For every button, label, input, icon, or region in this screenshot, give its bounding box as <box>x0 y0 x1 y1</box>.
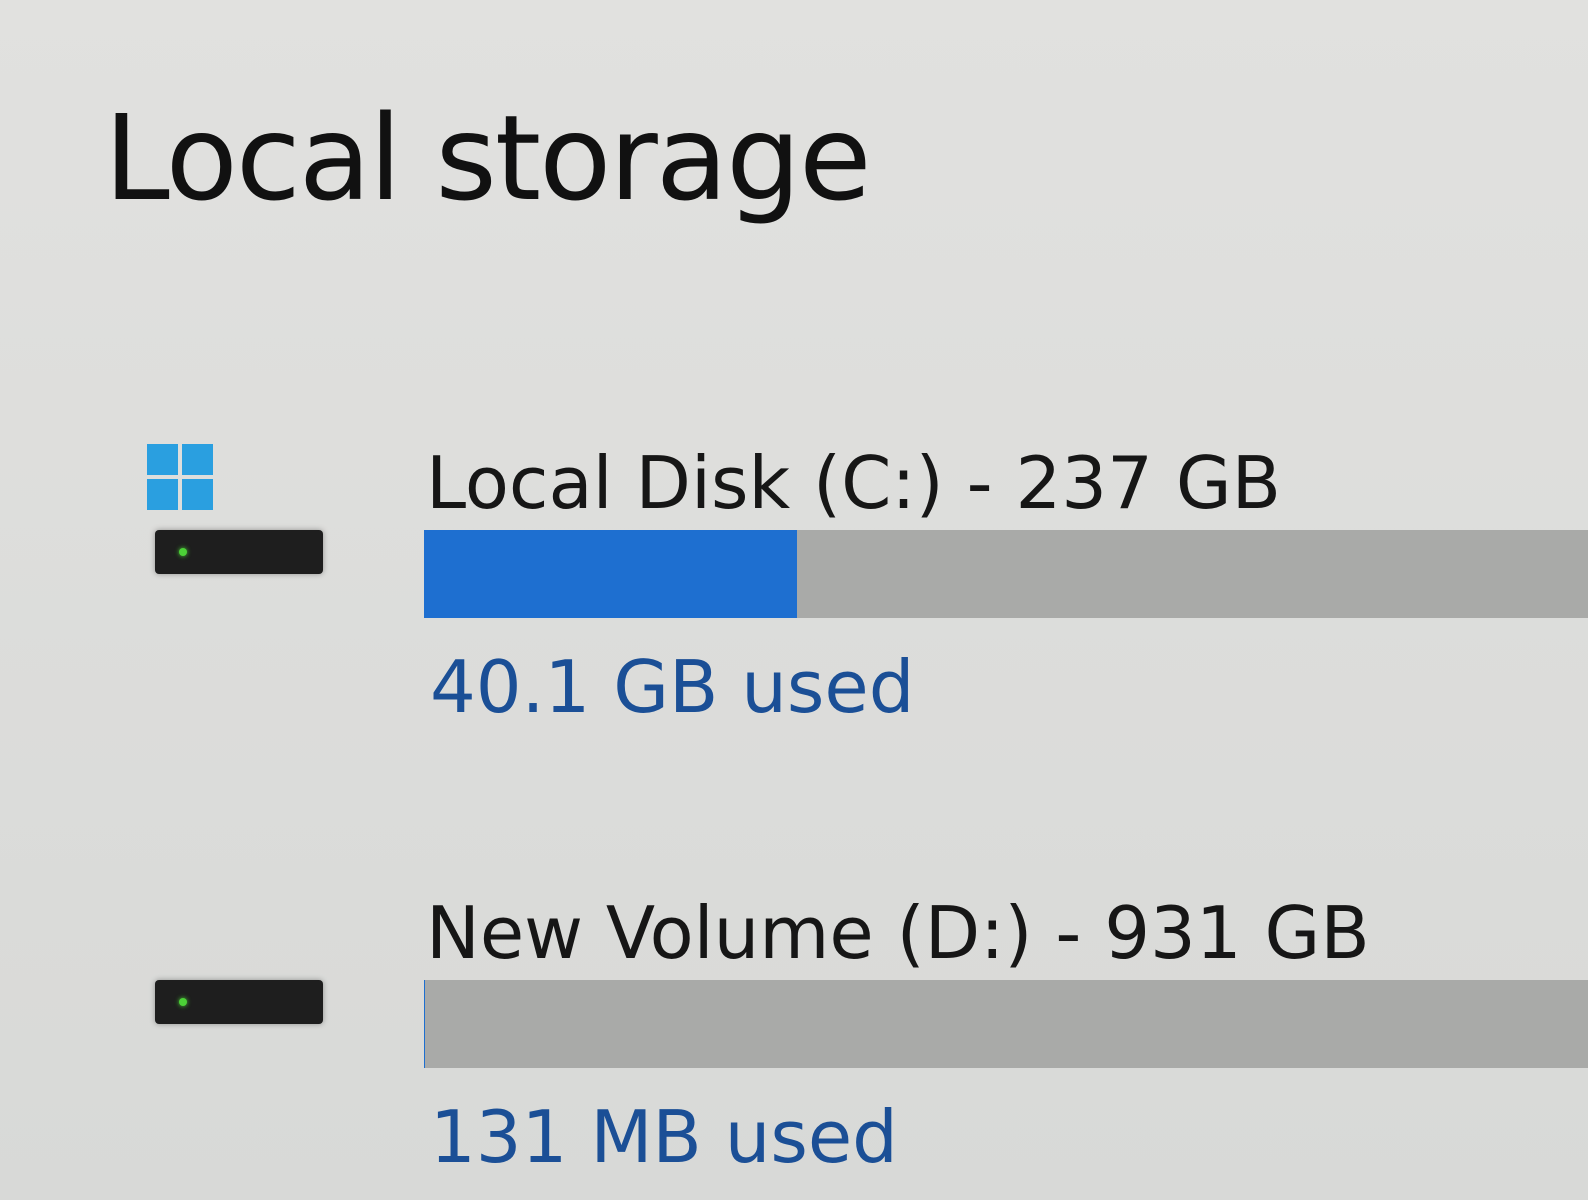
usage-label: 40.1 GB used <box>430 645 915 729</box>
usage-bar <box>424 980 1588 1068</box>
usage-bar-fill <box>424 530 797 618</box>
windows-logo-icon <box>147 444 213 510</box>
drive-name: New Volume (D:) - 931 GB <box>426 891 1370 975</box>
usage-bar <box>424 530 1588 618</box>
hard-drive-icon <box>155 980 323 1024</box>
usage-label: 131 MB used <box>430 1095 898 1179</box>
hard-drive-icon <box>155 530 323 574</box>
section-title: Local storage <box>104 89 872 227</box>
drive-led <box>179 548 187 556</box>
drive-led <box>179 998 187 1006</box>
drive-name: Local Disk (C:) - 237 GB <box>426 441 1281 525</box>
storage-settings-page: Local storage Local Disk (C:) - 237 GB 4… <box>0 0 1588 1200</box>
drive-item-c[interactable]: Local Disk (C:) - 237 GB 40.1 GB used <box>0 430 1588 730</box>
drive-item-d[interactable]: New Volume (D:) - 931 GB 131 MB used <box>0 880 1588 1180</box>
